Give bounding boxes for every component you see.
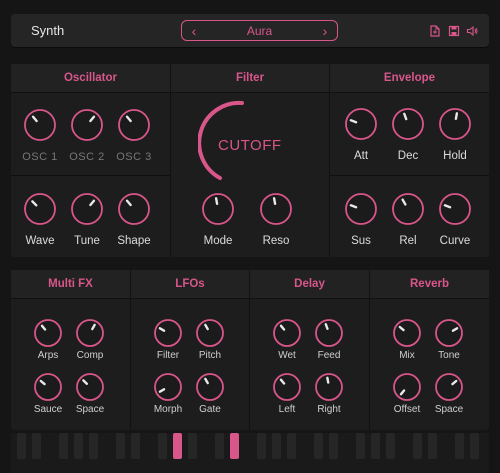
knob-label: Mode (203, 235, 233, 247)
knob-label: Right (317, 404, 341, 415)
speaker-icon[interactable] (466, 25, 478, 37)
reverb-title: Reverb (370, 270, 489, 299)
piano-key[interactable] (59, 433, 68, 459)
piano-key[interactable] (89, 433, 98, 459)
file-icon[interactable] (429, 25, 441, 37)
wave-knob[interactable] (23, 192, 57, 226)
knob-label: Pitch (198, 350, 222, 361)
curve-knob[interactable] (438, 192, 472, 226)
sus-knob[interactable] (344, 192, 378, 226)
knob-label: Hold (443, 150, 467, 162)
pitch-knob[interactable] (195, 318, 225, 348)
piano-key[interactable] (329, 433, 338, 459)
piano-key[interactable] (356, 433, 365, 459)
piano-key[interactable] (371, 433, 380, 459)
dec-knob[interactable] (391, 107, 425, 141)
lfo-filter-knob[interactable] (153, 318, 183, 348)
right-knob[interactable] (314, 372, 344, 402)
piano-keyboard[interactable] (11, 433, 489, 473)
app-title: Synth (31, 23, 65, 38)
piano-key[interactable] (215, 433, 224, 459)
piano-key[interactable] (413, 433, 422, 459)
arps-knob[interactable] (33, 318, 63, 348)
reverb-space-knob[interactable] (434, 372, 464, 402)
space-knob[interactable] (75, 372, 105, 402)
piano-key[interactable] (116, 433, 125, 459)
osc-2-knob[interactable] (70, 108, 104, 142)
piano-key[interactable] (131, 433, 140, 459)
piano-key[interactable] (287, 433, 296, 459)
piano-key[interactable] (32, 433, 41, 459)
preset-selector[interactable]: ‹ Aura › (181, 20, 338, 41)
morph-knob[interactable] (153, 372, 183, 402)
piano-key[interactable] (470, 433, 479, 459)
multifx-title: Multi FX (11, 270, 130, 299)
piano-key[interactable] (386, 433, 395, 459)
hold-knob[interactable] (438, 107, 472, 141)
piano-key[interactable] (158, 433, 167, 459)
piano-key[interactable] (428, 433, 437, 459)
att-knob[interactable] (344, 107, 378, 141)
top-bar: Synth ‹ Aura › (11, 14, 489, 47)
rel-knob[interactable] (391, 192, 425, 226)
knob-label: Comp (76, 350, 104, 361)
knob-label: Shape (117, 235, 151, 247)
envelope-title: Envelope (330, 64, 489, 93)
piano-key[interactable] (17, 433, 26, 459)
osc-3-knob[interactable] (117, 108, 151, 142)
osc-1-knob[interactable] (23, 108, 57, 142)
knob-label: Feed (317, 350, 341, 361)
oscillator-title: Oscillator (11, 64, 170, 93)
knob-label: Tone (438, 350, 460, 361)
knob-label: Reso (262, 235, 290, 247)
chevron-right-icon[interactable]: › (318, 23, 332, 39)
piano-key[interactable] (314, 433, 323, 459)
knob-label: Curve (439, 235, 471, 247)
piano-key[interactable] (272, 433, 281, 459)
shape-knob[interactable] (117, 192, 151, 226)
tune-knob[interactable] (70, 192, 104, 226)
mode-knob[interactable] (201, 192, 235, 226)
knob-label: OSC 3 (116, 151, 152, 163)
sauce-knob[interactable] (33, 372, 63, 402)
piano-key[interactable] (74, 433, 83, 459)
tone-knob[interactable] (434, 318, 464, 348)
piano-key[interactable] (188, 433, 197, 459)
piano-key[interactable] (455, 433, 464, 459)
gate-knob[interactable] (195, 372, 225, 402)
knob-label: Space (434, 404, 464, 415)
preset-name: Aura (246, 24, 273, 38)
wet-knob[interactable] (272, 318, 302, 348)
feed-knob[interactable] (314, 318, 344, 348)
save-icon[interactable] (448, 25, 460, 37)
lfos-title: LFOs (131, 270, 249, 299)
filter-title: Filter (171, 64, 329, 93)
delay-title: Delay (250, 270, 369, 299)
left-knob[interactable] (272, 372, 302, 402)
piano-key[interactable] (173, 433, 182, 459)
offset-knob[interactable] (392, 372, 422, 402)
knob-label: Space (75, 404, 105, 415)
reso-knob[interactable] (259, 192, 293, 226)
piano-key[interactable] (230, 433, 239, 459)
mix-knob[interactable] (392, 318, 422, 348)
piano-key[interactable] (257, 433, 266, 459)
comp-knob[interactable] (75, 318, 105, 348)
cutoff-label: CUTOFF (218, 137, 282, 154)
knob-label: Gate (199, 404, 221, 415)
